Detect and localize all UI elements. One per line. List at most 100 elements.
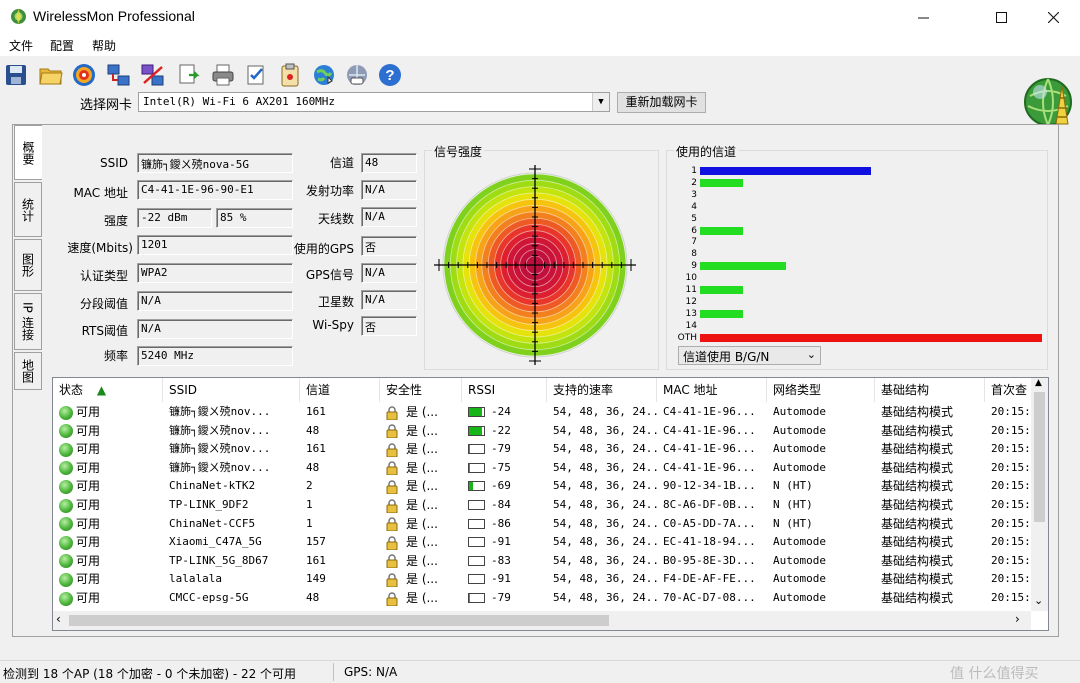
column-header[interactable]: MAC 地址 xyxy=(657,378,767,402)
column-header[interactable]: 安全性 xyxy=(380,378,462,402)
rssi-meter xyxy=(468,500,485,510)
column-header[interactable]: SSID xyxy=(163,378,300,402)
network-button[interactable] xyxy=(106,62,132,88)
table-row[interactable]: 可用 镰斾┐鑀ㄨ殑nov... 161 是 (... -24 54, 48, 36, 24… xyxy=(53,403,1033,422)
security-text: 是 (... xyxy=(406,460,438,475)
table-row[interactable]: 可用 ChinaNet-CCF5 1 是 (... -86 54, 48, 36, 24.… xyxy=(53,515,1033,534)
table-row[interactable]: 可用 Xiaomi_C47A_5G 157 是 (... -91 54, 48, 36, … xyxy=(53,533,1033,552)
lock-icon xyxy=(386,573,398,587)
tab-statistics[interactable]: 统计 xyxy=(14,182,42,237)
support-button[interactable] xyxy=(344,62,370,88)
rates-cell: 54, 48, 36, 24... xyxy=(553,552,657,570)
mac-cell: C4-41-1E-96... xyxy=(663,422,767,440)
scroll-up-icon[interactable]: ▲ xyxy=(1035,378,1042,388)
help-button[interactable]: ? xyxy=(377,62,403,88)
channel-usage-select[interactable]: 信道使用 B/G/N ⌄ xyxy=(678,346,821,365)
menu-config[interactable]: 配置 xyxy=(50,37,74,54)
checklist-button[interactable] xyxy=(243,62,269,88)
column-header[interactable]: 状态 ▲ xyxy=(53,378,163,402)
frag-field: N/A xyxy=(137,291,293,311)
status-text: 可用 xyxy=(76,591,101,605)
status-cell: 可用 xyxy=(59,589,163,607)
channel-text: 161 xyxy=(306,405,326,418)
first-seen-text: 20:15: xyxy=(991,423,1031,437)
vertical-scrollbar[interactable]: ▲ ⌄ xyxy=(1031,378,1048,611)
security-text: 是 (... xyxy=(406,405,438,419)
security-cell: 是 (... xyxy=(386,459,462,477)
rssi-text: -24 xyxy=(491,405,511,418)
rssi-text: -91 xyxy=(491,535,511,549)
rssi-meter xyxy=(468,481,485,492)
mac-text: C4-41-1E-96... xyxy=(663,442,756,456)
txpower-field: N/A xyxy=(361,180,417,200)
table-row[interactable]: 可用 镰斾┐鑀ㄨ殑nov... 48 是 (... -75 54, 48, 36, 24.… xyxy=(53,459,1033,478)
export-button[interactable] xyxy=(176,62,202,88)
rssi-meter-fill xyxy=(469,463,471,472)
ssid-text: TP-LINK_9DF2 xyxy=(169,498,249,511)
rssi-meter xyxy=(468,407,485,417)
save-button[interactable] xyxy=(3,62,29,88)
open-button[interactable] xyxy=(38,62,64,88)
rssi-cell: -24 xyxy=(468,403,547,421)
table-row[interactable]: 可用 镰斾┐鑀ㄨ殑nov... 48 是 (... -22 54, 48, 36, 24.… xyxy=(53,422,1033,441)
web-button[interactable] xyxy=(311,62,337,88)
status-cell: 可用 xyxy=(59,459,163,477)
first-seen-text: 20:15: xyxy=(991,591,1031,604)
column-header-label: 安全性 xyxy=(386,383,423,397)
status-cell: 可用 xyxy=(59,496,163,514)
lock-icon xyxy=(386,517,398,532)
status-bar: 检测到 18 个AP (18 个加密 - 0 个未加密) - 22 个可用 GP… xyxy=(0,660,1080,683)
scroll-down-icon[interactable]: ⌄ xyxy=(1034,594,1043,607)
security-cell: 是 (... xyxy=(386,570,462,588)
tab-map[interactable]: 地图 xyxy=(14,352,42,390)
network-alt-button[interactable] xyxy=(140,62,166,88)
clipboard-button[interactable] xyxy=(277,62,303,88)
mac-cell: 8C-A6-DF-0B... xyxy=(663,496,767,514)
column-header[interactable]: 网络类型 xyxy=(767,378,875,402)
channel-bar xyxy=(700,226,743,235)
table-row[interactable]: 可用 CMCC-epsg-5G 48 是 (... -79 54, 48, 36, 24.… xyxy=(53,589,1033,608)
menu-file[interactable]: 文件 xyxy=(9,37,33,54)
network-type-cell: Automode xyxy=(773,403,875,421)
menu-help[interactable]: 帮助 xyxy=(92,37,116,54)
folder-icon xyxy=(39,68,63,85)
tab-ip-connection[interactable]: IP 连接 xyxy=(14,293,42,350)
scroll-right-icon[interactable]: › xyxy=(1015,612,1020,626)
help-icon: ? xyxy=(379,64,401,86)
maximize-button[interactable] xyxy=(978,0,1024,34)
app-icon xyxy=(11,9,26,24)
minimize-button[interactable] xyxy=(900,0,946,34)
vertical-scroll-thumb[interactable] xyxy=(1034,392,1045,522)
close-button[interactable] xyxy=(1030,0,1076,34)
column-header[interactable]: RSSI xyxy=(462,378,547,402)
channel-cell: 157 xyxy=(306,533,380,551)
ssid-text: ChinaNet-kTK2 xyxy=(169,479,256,493)
mac-cell: F4-DE-AF-FE... xyxy=(663,570,767,588)
table-row[interactable]: 可用 ChinaNet-kTK2 2 是 (... -69 54, 48, 36, 24.… xyxy=(53,477,1033,496)
print-button[interactable] xyxy=(210,62,236,88)
table-row[interactable]: 可用 镰斾┐鑀ㄨ殑nov... 161 是 (... -79 54, 48, 36, 24… xyxy=(53,440,1033,459)
column-header[interactable]: 信道 xyxy=(300,378,380,402)
column-header[interactable]: 支持的速率 xyxy=(547,378,657,402)
horizontal-scrollbar[interactable]: ‹ › xyxy=(53,611,1031,630)
tab-graph[interactable]: 图形 xyxy=(14,239,42,291)
table-row[interactable]: 可用 TP-LINK_5G_8D67 161 是 (... -83 54, 48, 36,… xyxy=(53,552,1033,571)
status-available-icon xyxy=(59,554,73,569)
infrastructure-text: 基础结构模式 xyxy=(881,591,954,605)
network-type-cell: Automode xyxy=(773,459,875,477)
infrastructure-cell: 基础结构模式 xyxy=(881,440,985,458)
target-button[interactable] xyxy=(71,62,97,88)
horizontal-scroll-thumb[interactable] xyxy=(69,615,609,626)
rssi-text: -83 xyxy=(491,553,511,567)
lock-shackle xyxy=(388,591,396,598)
security-text: 是 (... xyxy=(406,479,438,494)
channel-usage-select-value: 信道使用 B/G/N xyxy=(683,350,770,364)
scroll-left-icon[interactable]: ‹ xyxy=(56,612,61,626)
column-header[interactable]: 基础结构 xyxy=(875,378,985,402)
adapter-select[interactable]: Intel(R) Wi-Fi 6 AX201 160MHz ▼ xyxy=(138,92,610,112)
infrastructure-cell: 基础结构模式 xyxy=(881,570,985,588)
reload-adapter-button[interactable]: 重新加载网卡 xyxy=(617,92,706,113)
tab-summary[interactable]: 概要 xyxy=(14,125,42,180)
table-row[interactable]: 可用 lalalala 149 是 (... -91 54, 48, 36, 24... F… xyxy=(53,570,1033,589)
table-row[interactable]: 可用 TP-LINK_9DF2 1 是 (... -84 54, 48, 36, 24..… xyxy=(53,496,1033,515)
